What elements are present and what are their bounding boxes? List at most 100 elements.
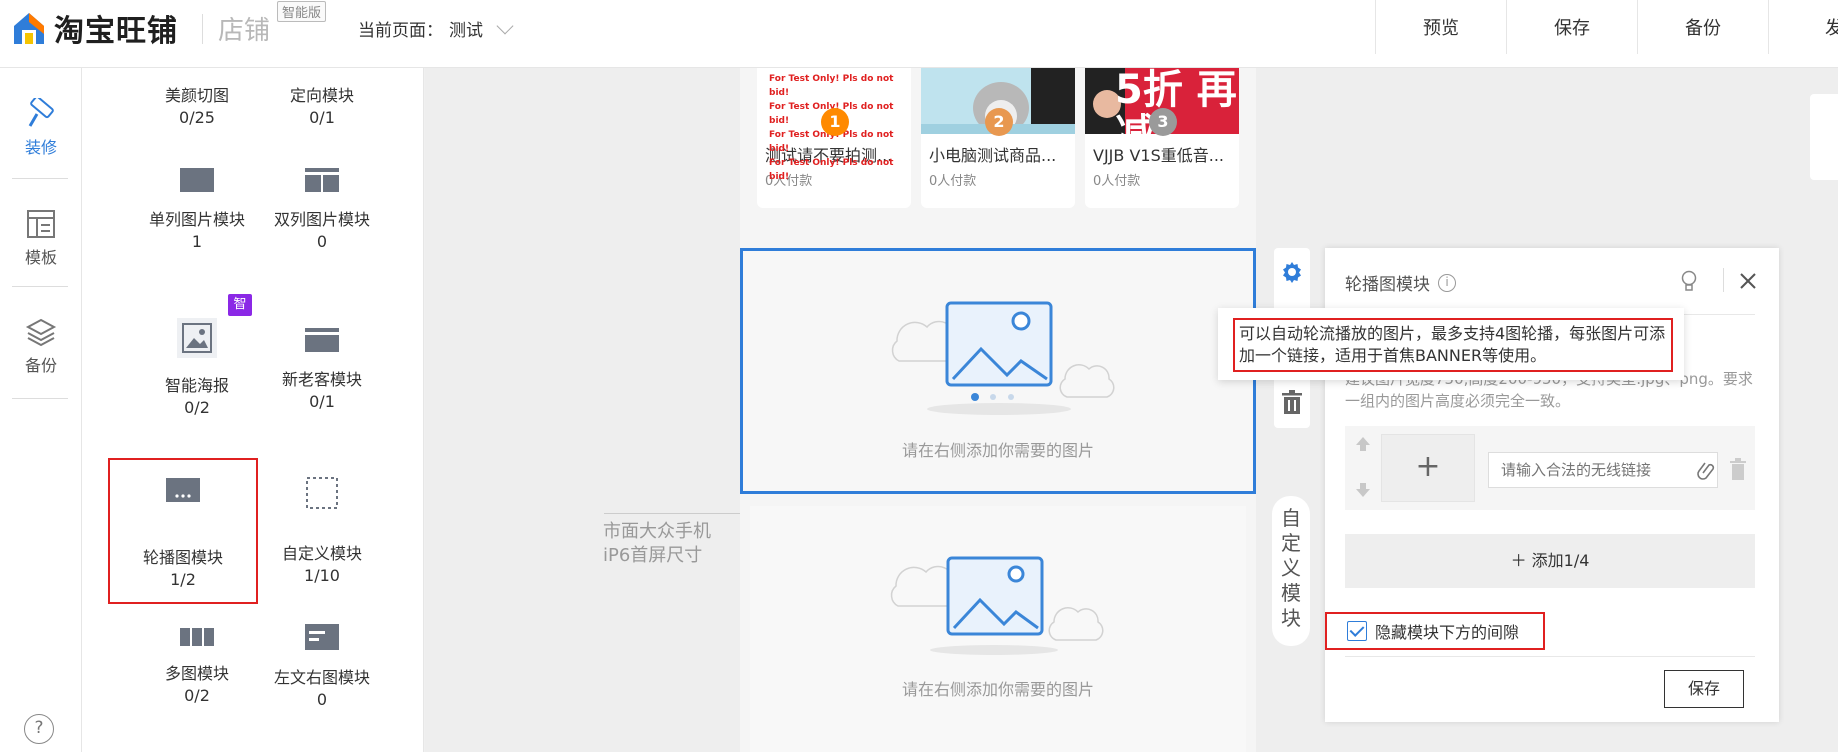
- backup-button[interactable]: 备份: [1637, 0, 1768, 54]
- module-name: 多图模块: [164, 664, 229, 683]
- product-image: 5折 再减 3: [1085, 68, 1239, 156]
- hide-gap-label: 隐藏模块下方的间隙: [1375, 623, 1520, 642]
- rail-item-label: 模板: [24, 248, 57, 267]
- product-card[interactable]: 2 小电脑测试商品... 0人付款: [921, 68, 1075, 208]
- image-placeholder-text: 请在右侧添加你需要的图片: [901, 680, 1094, 699]
- module-text-image[interactable]: 左文右图模块 0: [247, 624, 397, 709]
- product-title: 小电脑测试商品...: [929, 146, 1057, 165]
- new-old-customer-icon: [305, 328, 339, 352]
- text-image-icon: [305, 624, 339, 650]
- module-count: 1/2: [170, 570, 196, 589]
- shop-label: 店铺: [218, 16, 271, 46]
- product-sales: 0人付款: [1093, 174, 1141, 189]
- rank-badge: 2: [985, 108, 1013, 136]
- logo-divider: [202, 14, 203, 44]
- add-carousel-image-button[interactable]: ＋ 添加1/4: [1345, 534, 1755, 588]
- product-image: 2: [921, 68, 1075, 136]
- rail-item-backup[interactable]: 备份: [12, 316, 70, 376]
- module-count: 1/10: [304, 566, 340, 585]
- module-name: 美颜切图: [164, 86, 229, 105]
- module-carousel[interactable]: 轮播图模块 1/2: [108, 458, 258, 604]
- hide-gap-checkbox[interactable]: [1347, 621, 1367, 641]
- arrow-down-icon[interactable]: [1355, 482, 1371, 498]
- rail-item-label: 装修: [24, 138, 57, 157]
- single-image-icon: [180, 168, 214, 192]
- logo-text: 淘宝旺铺: [54, 14, 178, 49]
- link-icon[interactable]: [1695, 459, 1715, 481]
- product-card[interactable]: 5折 再减 3 VJJB V1S重低音... 0人付款: [1085, 68, 1239, 208]
- product-image: For Test Only! Pls do not bid! For Test O…: [757, 68, 911, 182]
- image-placeholder-icon: [891, 301, 1115, 415]
- rail-divider: [12, 286, 68, 287]
- layers-icon: [25, 318, 57, 347]
- settings-bottom-divider: [1345, 656, 1755, 657]
- module-name: 左文右图模块: [273, 668, 370, 687]
- screen-size-line: [604, 513, 740, 514]
- logo[interactable]: 淘宝旺铺: [12, 6, 178, 50]
- product-promo: 5折 再减: [1115, 68, 1237, 157]
- taobao-house-icon: [12, 10, 46, 46]
- settings-title: 轮播图模块 i: [1345, 270, 1456, 295]
- rail-divider: [12, 178, 68, 179]
- close-icon[interactable]: [1739, 272, 1757, 290]
- rail-divider: [12, 398, 68, 399]
- module-custom[interactable]: 自定义模块 1/10: [247, 476, 397, 585]
- image-placeholder-icon: [890, 556, 1104, 655]
- multi-image-icon: [180, 628, 214, 646]
- right-edge-panel[interactable]: [1810, 94, 1838, 180]
- carousel-placeholder-text: 请在右侧添加你需要的图片: [901, 441, 1094, 460]
- module-name: 轮播图模块: [142, 548, 223, 567]
- info-icon[interactable]: i: [1438, 273, 1456, 292]
- product-card[interactable]: For Test Only! Pls do not bid! For Test O…: [757, 68, 911, 208]
- module-new-old-customer[interactable]: 新老客模块 0/1: [247, 328, 397, 411]
- rail-item-decorate[interactable]: 装修: [12, 95, 70, 158]
- trash-icon[interactable]: [1729, 458, 1747, 480]
- publish-button[interactable]: 发: [1768, 0, 1838, 54]
- module-targeted[interactable]: 定向模块 0/1: [247, 82, 397, 127]
- module-name: 定向模块: [289, 86, 354, 105]
- gear-icon[interactable]: [1280, 260, 1304, 284]
- carousel-image-row: +: [1345, 426, 1755, 510]
- current-page-selector[interactable]: 当前页面： 测试: [358, 16, 514, 41]
- add-image-button[interactable]: +: [1381, 434, 1475, 502]
- current-page-label: 当前页面：: [358, 21, 443, 41]
- carousel-icon: [166, 478, 200, 502]
- double-image-icon: [305, 168, 339, 192]
- module-double-image[interactable]: 双列图片模块 0: [247, 168, 397, 251]
- rail-item-template[interactable]: 模板: [12, 208, 70, 268]
- smart-poster-icon: [177, 318, 217, 358]
- template-icon: [27, 210, 55, 238]
- left-rail: 装修 模板 备份 ?: [0, 68, 82, 752]
- rank-badge: 3: [1149, 108, 1177, 136]
- chevron-down-icon: [496, 17, 514, 34]
- module-name: 单列图片模块: [148, 210, 245, 229]
- smart-badge: 智: [228, 294, 252, 316]
- module-count: 0: [316, 690, 328, 709]
- edition-badge: 智能版: [277, 1, 327, 22]
- settings-save-button[interactable]: 保存: [1664, 670, 1744, 708]
- module-count: 0/1: [309, 108, 335, 127]
- hide-gap-option[interactable]: 隐藏模块下方的间隙: [1325, 612, 1545, 650]
- rank-badge: 1: [821, 108, 849, 136]
- top-actions: 预览 保存 备份 发: [1375, 0, 1838, 54]
- tooltip-text: 可以自动轮流播放的图片，最多支持4图轮播，每张图片可添加一个链接，适用于首焦BA…: [1233, 318, 1673, 372]
- wireless-link-input[interactable]: [1488, 452, 1718, 488]
- image-module-preview[interactable]: 请在右侧添加你需要的图片: [750, 506, 1246, 752]
- preview-button[interactable]: 预览: [1375, 0, 1506, 54]
- screen-size-label: 市面大众手机 iP6首屏尺寸: [603, 521, 711, 566]
- carousel-info-tooltip: 可以自动轮流播放的图片，最多支持4图轮播，每张图片可添加一个链接，适用于首焦BA…: [1218, 308, 1684, 380]
- rail-item-label: 备份: [24, 356, 57, 375]
- custom-module-tab[interactable]: 自定义模块: [1272, 496, 1310, 646]
- product-sales: 0人付款: [929, 174, 977, 189]
- lightbulb-icon[interactable]: [1680, 270, 1698, 292]
- carousel-module-preview[interactable]: 请在右侧添加你需要的图片: [740, 248, 1256, 494]
- help-icon[interactable]: ?: [24, 714, 54, 744]
- header-divider: [1723, 268, 1724, 292]
- brush-icon: [28, 95, 54, 127]
- arrow-up-icon[interactable]: [1355, 436, 1371, 452]
- module-count: 0/1: [309, 392, 335, 411]
- custom-module-icon: [305, 476, 339, 510]
- trash-icon[interactable]: [1281, 390, 1303, 414]
- save-button[interactable]: 保存: [1506, 0, 1637, 54]
- module-panel: 美颜切图 0/25 定向模块 0/1 单列图片模块 1 双列图片模块 0 智能海…: [82, 68, 424, 752]
